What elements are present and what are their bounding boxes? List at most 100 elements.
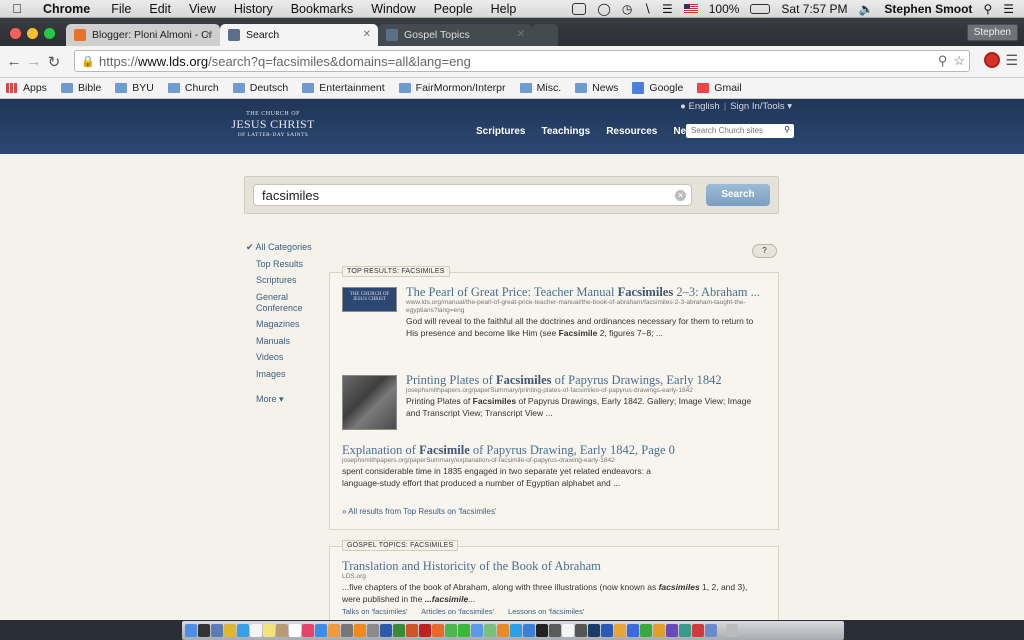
- close-window-button[interactable]: [10, 28, 21, 39]
- bookmark-byu[interactable]: BYU: [109, 82, 162, 94]
- finder-icon[interactable]: [185, 624, 197, 637]
- site-search-input[interactable]: Search Church sites ⚲: [686, 124, 794, 138]
- messages-icon[interactable]: ◯: [597, 2, 610, 16]
- numbers-icon[interactable]: [640, 624, 652, 637]
- adobe-icon[interactable]: [419, 624, 431, 637]
- forward-button[interactable]: →: [24, 53, 44, 70]
- nav-resources[interactable]: Resources: [606, 126, 657, 137]
- wifi-icon[interactable]: ☰: [662, 2, 673, 16]
- result-title[interactable]: Explanation of Facsimile of Papyrus Draw…: [342, 443, 766, 457]
- apple-menu-icon[interactable]: : [0, 1, 34, 16]
- volume-icon[interactable]: 🔈: [858, 2, 873, 16]
- excel-icon[interactable]: [393, 624, 405, 637]
- bookmark-google[interactable]: Google: [626, 82, 691, 94]
- talks-link[interactable]: Talks on 'facsimiles': [342, 607, 407, 616]
- tab-blogger[interactable]: Blogger: Ploni Almoni - Cr ✕: [66, 24, 220, 46]
- menu-help[interactable]: Help: [482, 2, 526, 16]
- result-title[interactable]: Printing Plates of Facsimiles of Papyrus…: [406, 373, 766, 387]
- result-title[interactable]: Translation and Historicity of the Book …: [342, 559, 766, 573]
- category-top-results[interactable]: Top Results: [246, 259, 326, 270]
- bluetooth-icon[interactable]: ∖: [643, 2, 651, 16]
- airplay-icon[interactable]: [572, 2, 587, 15]
- search-query-input[interactable]: facsimiles ✕: [253, 184, 692, 206]
- user-name[interactable]: Stephen Smoot: [884, 2, 972, 16]
- mission-control-icon[interactable]: [211, 624, 223, 637]
- bookmark-bible[interactable]: Bible: [55, 82, 109, 94]
- address-bar[interactable]: 🔒 https://www.lds.org/search?q=facsimile…: [74, 50, 970, 72]
- close-tab-icon[interactable]: ✕: [517, 29, 525, 40]
- contacts-icon[interactable]: [276, 624, 288, 637]
- bookmark-church[interactable]: Church: [162, 82, 227, 94]
- bookmark-misc[interactable]: Misc.: [514, 82, 570, 94]
- menu-view[interactable]: View: [180, 2, 225, 16]
- textedit-icon[interactable]: [562, 624, 574, 637]
- bookmark-gmail[interactable]: Gmail: [691, 82, 749, 94]
- safari-icon[interactable]: [237, 624, 249, 637]
- itunes-icon[interactable]: [302, 624, 314, 637]
- facetime-icon[interactable]: [458, 624, 470, 637]
- nav-teachings[interactable]: Teachings: [541, 126, 590, 137]
- articles-link[interactable]: Articles on 'facsimiles': [421, 607, 494, 616]
- extension-icon[interactable]: [984, 52, 1000, 68]
- game-icon[interactable]: [679, 624, 691, 637]
- search-icon[interactable]: ⚲: [784, 125, 790, 134]
- chrome-icon[interactable]: [224, 624, 236, 637]
- language-link[interactable]: English: [689, 101, 720, 112]
- spotlight-icon[interactable]: ⚲: [983, 2, 992, 16]
- nav-scriptures[interactable]: Scriptures: [476, 126, 525, 137]
- category-videos[interactable]: Videos: [246, 352, 326, 363]
- category-more[interactable]: More ▾: [246, 394, 326, 405]
- church-logo[interactable]: THE CHURCH OF JESUS CHRIST OF LATTER-DAY…: [228, 111, 318, 138]
- tab-gospel-topics[interactable]: Gospel Topics ✕: [378, 24, 532, 46]
- lessons-link[interactable]: Lessons on 'facsimiles': [508, 607, 584, 616]
- category-general-conference[interactable]: General Conference: [246, 292, 306, 314]
- close-tab-icon[interactable]: ✕: [205, 29, 213, 40]
- app-store-icon[interactable]: [315, 624, 327, 637]
- clear-search-icon[interactable]: ✕: [675, 190, 686, 201]
- dashboard-icon[interactable]: [198, 624, 210, 637]
- menu-people[interactable]: People: [425, 2, 482, 16]
- result-thumbnail[interactable]: THE CHURCH OF JESUS CHRIST: [342, 287, 397, 312]
- lock-icon[interactable]: 🔒: [81, 55, 95, 68]
- firefox-icon[interactable]: [432, 624, 444, 637]
- vlc-icon[interactable]: [354, 624, 366, 637]
- flag-icon[interactable]: [683, 4, 698, 13]
- battery-icon[interactable]: [750, 3, 771, 14]
- menu-edit[interactable]: Edit: [140, 2, 180, 16]
- calculator-icon[interactable]: [575, 624, 587, 637]
- settings-icon[interactable]: [367, 624, 379, 637]
- clock[interactable]: Sat 7:57 PM: [781, 2, 847, 16]
- pages-icon[interactable]: [614, 624, 626, 637]
- category-manuals[interactable]: Manuals: [246, 336, 326, 347]
- skype-icon[interactable]: [510, 624, 522, 637]
- photobooth-icon[interactable]: [692, 624, 704, 637]
- photos-icon[interactable]: [328, 624, 340, 637]
- keynote-icon[interactable]: [627, 624, 639, 637]
- app-menu[interactable]: Chrome: [34, 2, 102, 16]
- mail-icon[interactable]: [471, 624, 483, 637]
- back-button[interactable]: ←: [4, 53, 24, 70]
- menu-history[interactable]: History: [225, 2, 282, 16]
- menu-window[interactable]: Window: [362, 2, 424, 16]
- result-thumbnail[interactable]: [342, 375, 397, 430]
- word-icon[interactable]: [380, 624, 392, 637]
- maps-icon[interactable]: [484, 624, 496, 637]
- photoshop-icon[interactable]: [588, 624, 600, 637]
- tab-search[interactable]: Search ✕: [220, 24, 378, 46]
- garageband-icon[interactable]: [653, 624, 665, 637]
- bookmark-news[interactable]: News: [569, 82, 626, 94]
- help-button[interactable]: ?: [752, 244, 777, 258]
- new-tab-button[interactable]: [532, 24, 558, 46]
- category-scriptures[interactable]: Scriptures: [246, 275, 326, 286]
- result-title[interactable]: The Pearl of Great Price: Teacher Manual…: [406, 285, 766, 299]
- trash-icon[interactable]: [726, 624, 738, 637]
- menu-file[interactable]: File: [102, 2, 140, 16]
- all-results-link[interactable]: » All results from Top Results on 'facsi…: [342, 507, 497, 516]
- close-tab-icon[interactable]: ✕: [363, 29, 371, 40]
- bookmark-entertainment[interactable]: Entertainment: [296, 82, 392, 94]
- terminal-icon[interactable]: [536, 624, 548, 637]
- powerpoint-icon[interactable]: [406, 624, 418, 637]
- bookmark-deutsch[interactable]: Deutsch: [227, 82, 297, 94]
- bookmark-star-icon[interactable]: ☆: [953, 53, 965, 69]
- search-icon[interactable]: ⚲: [938, 53, 948, 69]
